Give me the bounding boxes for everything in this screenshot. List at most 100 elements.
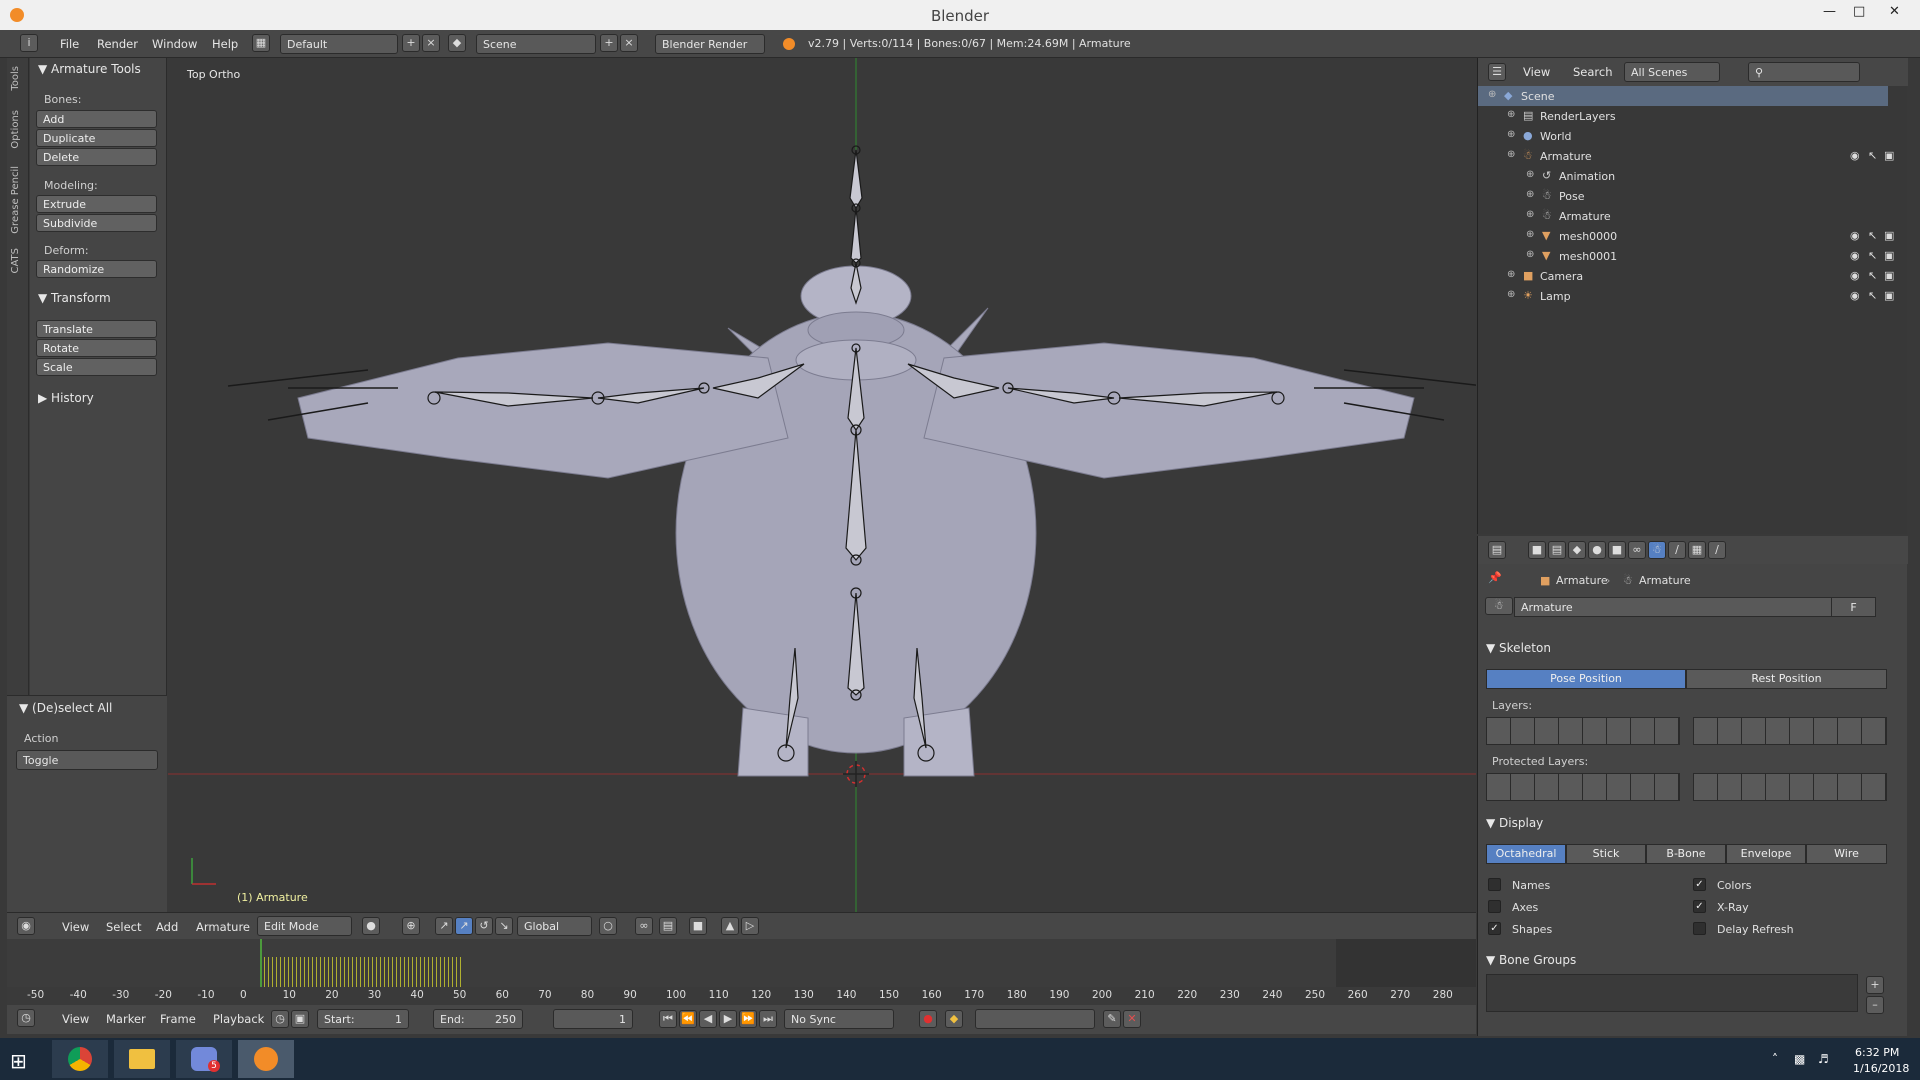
visibility-eye-icon[interactable]: ◉ <box>1850 269 1860 282</box>
visibility-eye-icon[interactable]: ◉ <box>1850 249 1860 262</box>
octahedral-button[interactable]: Octahedral <box>1486 844 1566 864</box>
protected-layers-right[interactable] <box>1693 773 1887 801</box>
menu-frame[interactable]: Frame <box>160 1012 196 1026</box>
editor-type-icon[interactable]: ◉ <box>17 917 35 935</box>
renderability-camera-icon[interactable]: ▣ <box>1884 289 1894 302</box>
scale-button[interactable]: Scale <box>36 358 157 376</box>
menu-file[interactable]: File <box>60 37 79 51</box>
chrome-taskbar-icon[interactable] <box>52 1040 108 1078</box>
expand-icon[interactable]: ⊕ <box>1526 189 1534 200</box>
maximize-icon[interactable]: □ <box>1853 4 1865 19</box>
sync-select[interactable]: No Sync <box>784 1009 894 1029</box>
modifier-tab-icon[interactable]: ∕ <box>1708 541 1726 559</box>
translate-button[interactable]: Translate <box>36 320 157 338</box>
viewport-scene[interactable] <box>168 58 1476 912</box>
insert-keyframe-icon[interactable]: ✎ <box>1103 1010 1121 1028</box>
discord-taskbar-icon[interactable]: 5 <box>176 1040 232 1078</box>
expand-icon[interactable]: ⊕ <box>1526 229 1534 240</box>
render-tab-icon[interactable]: ■ <box>1528 541 1546 559</box>
preview-range-icon[interactable]: ◷ <box>271 1010 289 1028</box>
bbone-button[interactable]: B-Bone <box>1646 844 1726 864</box>
tab-grease-pencil[interactable]: Grease Pencil <box>10 166 21 234</box>
add-scene-icon[interactable]: + <box>600 34 618 52</box>
pivot-point-icon[interactable]: ⊕ <box>402 917 420 935</box>
scene-field[interactable]: Scene <box>476 34 596 54</box>
outliner-row[interactable]: ⊕ ☃ Pose <box>1478 186 1888 206</box>
transform-header[interactable]: ▼ Transform <box>38 291 111 305</box>
proportional-edit-icon[interactable]: ○ <box>599 917 617 935</box>
visibility-eye-icon[interactable]: ◉ <box>1850 149 1860 162</box>
randomize-button[interactable]: Randomize <box>36 260 157 278</box>
end-frame-field[interactable]: End: 250 <box>433 1009 523 1029</box>
menu-add[interactable]: Add <box>156 920 178 934</box>
armature-datablock-icon[interactable]: ☃ <box>1485 597 1513 615</box>
names-checkbox[interactable] <box>1488 878 1501 891</box>
outliner-search-input[interactable]: ⚲ <box>1748 62 1860 82</box>
volume-icon[interactable]: ♬ <box>1818 1052 1829 1066</box>
layout-field[interactable]: Default <box>280 34 398 54</box>
world-tab-icon[interactable]: ● <box>1588 541 1606 559</box>
start-frame-field[interactable]: Start: 1 <box>317 1009 409 1029</box>
clock-date[interactable]: 1/16/2018 <box>1853 1062 1909 1075</box>
menu-tl-view[interactable]: View <box>62 1012 89 1026</box>
renderability-camera-icon[interactable]: ▣ <box>1884 269 1894 282</box>
bone-layers-right[interactable] <box>1693 717 1887 745</box>
expand-icon[interactable]: ⊕ <box>1507 289 1515 300</box>
render-engine-select[interactable]: Blender Render <box>655 34 765 54</box>
add-bone-button[interactable]: Add <box>36 110 157 128</box>
expand-icon[interactable]: ⊕ <box>1507 109 1515 120</box>
outliner-row[interactable]: ⊕ ◆ Scene <box>1478 86 1888 106</box>
expand-icon[interactable]: ⊕ <box>1526 209 1534 220</box>
pin-icon[interactable]: 📌 <box>1488 571 1502 584</box>
selectability-arrow-icon[interactable]: ↖ <box>1868 149 1877 162</box>
menu-armature[interactable]: Armature <box>196 920 250 934</box>
protected-layers-left[interactable] <box>1486 773 1680 801</box>
bone-layers-left[interactable] <box>1486 717 1680 745</box>
axes-checkbox[interactable] <box>1488 900 1501 913</box>
record-icon[interactable]: ● <box>919 1010 937 1028</box>
blender-taskbar-icon[interactable] <box>238 1040 294 1078</box>
breadcrumb-object[interactable]: Armature <box>1556 574 1608 587</box>
3d-viewport[interactable]: Top Ortho (1) Armature <box>168 58 1476 912</box>
delete-button[interactable]: Delete <box>36 148 157 166</box>
file-explorer-taskbar-icon[interactable] <box>114 1040 170 1078</box>
menu-playback[interactable]: Playback <box>213 1012 264 1026</box>
info-editor-icon[interactable]: i <box>20 34 38 52</box>
shapes-checkbox[interactable]: ✓ <box>1488 922 1501 935</box>
current-frame-field[interactable]: 1 <box>553 1009 633 1029</box>
windows-start-icon[interactable]: ⊞ <box>10 1049 27 1073</box>
texture-tab-icon[interactable]: ▦ <box>1688 541 1706 559</box>
rotate-button[interactable]: Rotate <box>36 339 157 357</box>
menu-select[interactable]: Select <box>106 920 141 934</box>
expand-icon[interactable]: ⊕ <box>1507 149 1515 160</box>
remove-layout-icon[interactable]: × <box>422 34 440 52</box>
add-bone-group-icon[interactable]: + <box>1866 976 1884 994</box>
display-mode-select[interactable]: All Scenes <box>1624 62 1720 82</box>
tab-cats[interactable]: CATS <box>10 248 21 274</box>
outliner-menu-view[interactable]: View <box>1523 65 1550 79</box>
remove-bone-group-icon[interactable]: – <box>1866 996 1884 1014</box>
visibility-eye-icon[interactable]: ◉ <box>1850 289 1860 302</box>
remove-scene-icon[interactable]: × <box>620 34 638 52</box>
tray-arrow-icon[interactable]: ˄ <box>1772 1052 1778 1066</box>
wire-button[interactable]: Wire <box>1806 844 1887 864</box>
fake-user-button[interactable]: F <box>1831 597 1876 617</box>
outliner-row[interactable]: ⊕ ▼ mesh0001 ◉ ↖ ▣ <box>1478 246 1894 266</box>
tab-options[interactable]: Options <box>10 110 21 149</box>
jump-next-key-icon[interactable]: ⏩ <box>739 1010 757 1028</box>
bone-groups-list[interactable] <box>1486 974 1858 1012</box>
render-preview-icon[interactable]: ■ <box>689 917 707 935</box>
expand-icon[interactable]: ⊕ <box>1526 169 1534 180</box>
jump-start-icon[interactable]: ⏮ <box>659 1010 677 1028</box>
snap-icon[interactable]: ∞ <box>635 917 653 935</box>
expand-icon[interactable]: ⊕ <box>1507 269 1515 280</box>
expand-icon[interactable]: ⊕ <box>1526 249 1534 260</box>
stick-button[interactable]: Stick <box>1566 844 1646 864</box>
duplicate-button[interactable]: Duplicate <box>36 129 157 147</box>
camera-render-icon[interactable]: ▲ <box>721 917 739 935</box>
outliner-menu-search[interactable]: Search <box>1573 65 1613 79</box>
armature-tools-header[interactable]: ▼ Armature Tools <box>38 62 141 76</box>
constraints-tab-icon[interactable]: ∞ <box>1628 541 1646 559</box>
bone-tab-icon[interactable]: ∕ <box>1668 541 1686 559</box>
pose-position-button[interactable]: Pose Position <box>1486 669 1686 689</box>
